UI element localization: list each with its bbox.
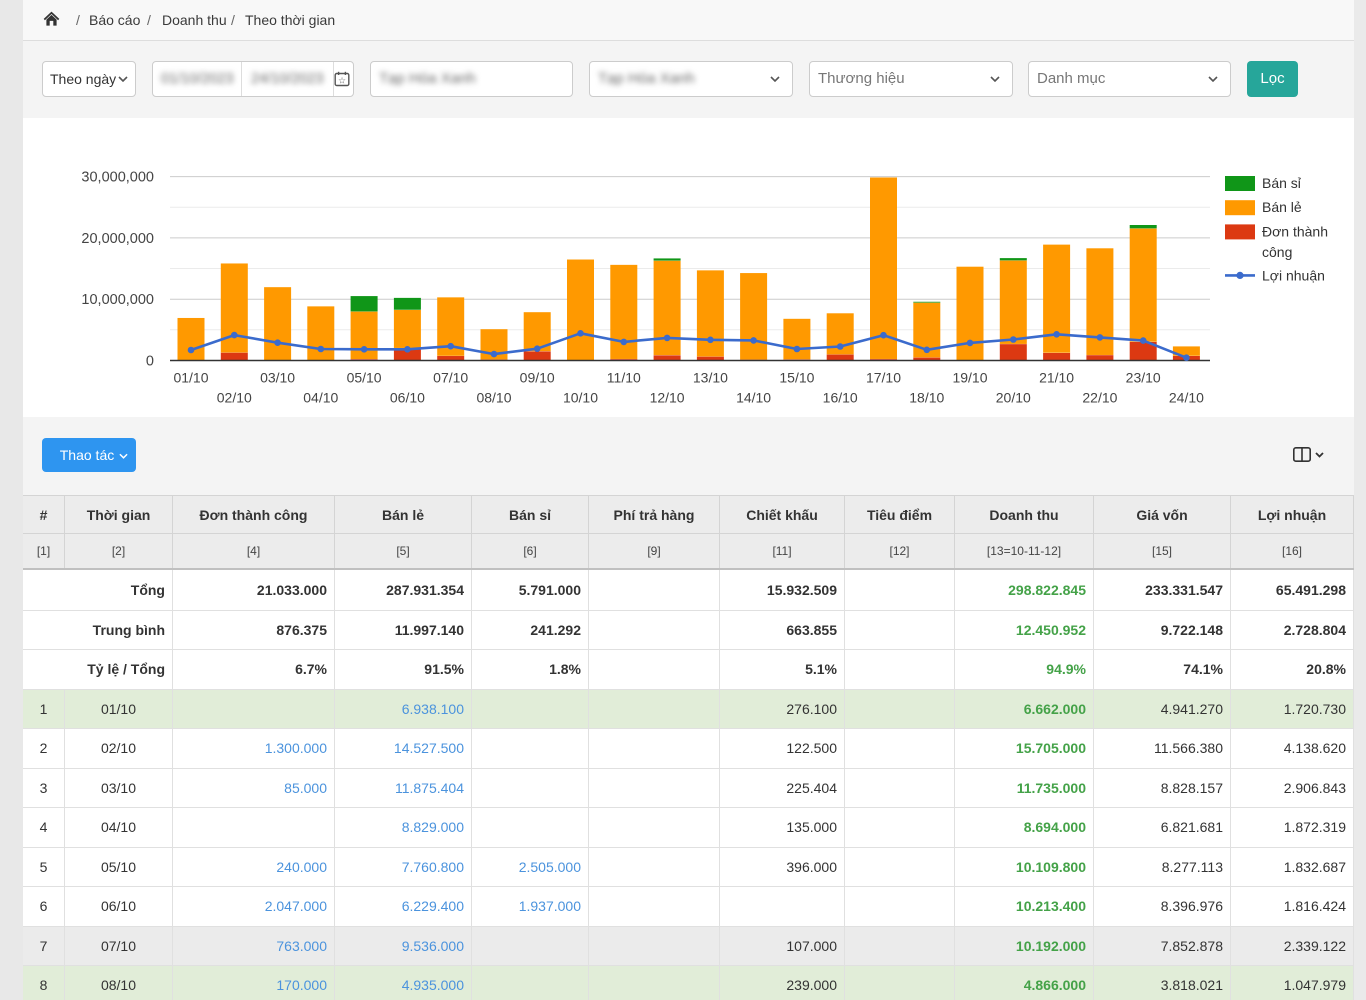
svg-text:công: công	[1262, 244, 1292, 260]
svg-text:☆: ☆	[338, 76, 346, 86]
svg-text:08/10: 08/10	[476, 390, 511, 406]
svg-text:23/10: 23/10	[1126, 370, 1161, 386]
svg-text:10,000,000: 10,000,000	[81, 292, 154, 308]
svg-text:12/10: 12/10	[650, 390, 685, 406]
svg-text:04/10: 04/10	[303, 390, 338, 406]
svg-text:20/10: 20/10	[996, 390, 1031, 406]
svg-text:Đơn thành: Đơn thành	[1262, 223, 1328, 239]
svg-text:11/10: 11/10	[607, 370, 641, 386]
svg-text:Lợi nhuận: Lợi nhuận	[1262, 267, 1325, 283]
svg-text:Bán sỉ: Bán sỉ	[1262, 175, 1302, 191]
svg-text:19/10: 19/10	[952, 370, 987, 386]
svg-text:13/10: 13/10	[693, 370, 728, 386]
svg-text:20,000,000: 20,000,000	[81, 231, 154, 247]
svg-text:10/10: 10/10	[563, 390, 598, 406]
svg-text:14/10: 14/10	[736, 390, 771, 406]
svg-text:06/10: 06/10	[390, 390, 425, 406]
svg-text:30,000,000: 30,000,000	[81, 170, 154, 186]
svg-text:21/10: 21/10	[1039, 370, 1074, 386]
svg-text:24/10: 24/10	[1169, 390, 1204, 406]
svg-text:02/10: 02/10	[217, 390, 252, 406]
svg-text:09/10: 09/10	[520, 370, 555, 386]
svg-text:15/10: 15/10	[779, 370, 814, 386]
svg-text:0: 0	[146, 354, 154, 370]
svg-text:03/10: 03/10	[260, 370, 295, 386]
svg-text:07/10: 07/10	[433, 370, 468, 386]
svg-text:17/10: 17/10	[866, 370, 901, 386]
svg-text:22/10: 22/10	[1082, 390, 1117, 406]
svg-text:01/10: 01/10	[173, 370, 208, 386]
svg-text:18/10: 18/10	[909, 390, 944, 406]
svg-text:Bán lẻ: Bán lẻ	[1262, 199, 1302, 215]
svg-text:16/10: 16/10	[823, 390, 858, 406]
svg-text:05/10: 05/10	[347, 370, 382, 386]
